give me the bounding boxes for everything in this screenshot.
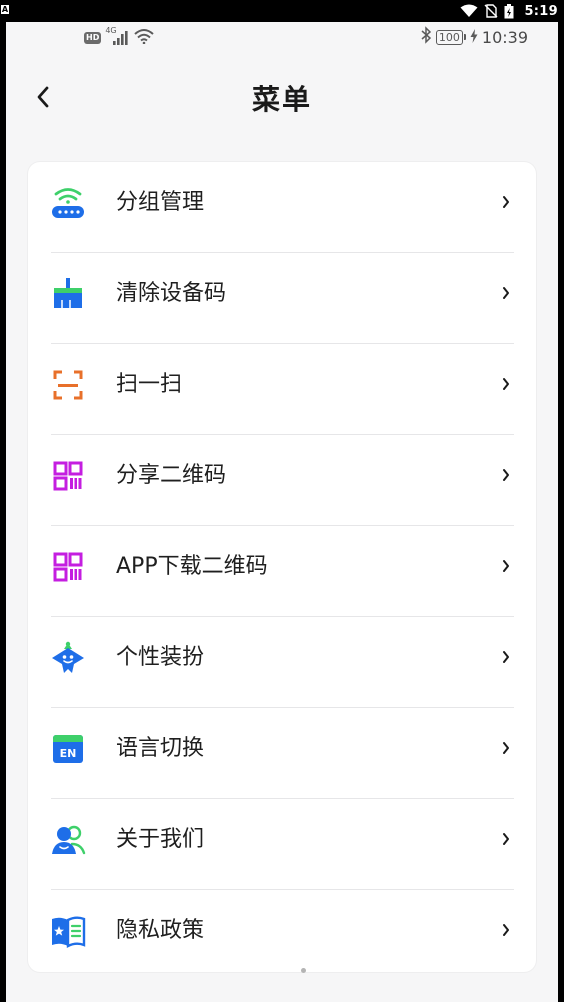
app-screen: HD 4G 100 10:39 菜单 分组管理 清除设备码 扫一扫 分享二维码 … — [6, 22, 558, 1002]
chevron-right-icon — [498, 283, 514, 303]
menu-item-label: APP下载二维码 — [116, 554, 268, 579]
menu-item-clear-device-code[interactable]: 清除设备码 — [28, 253, 536, 344]
battery-indicator: 100 — [435, 29, 466, 45]
qr-code-icon — [50, 549, 86, 585]
menu-item-app-download-qr[interactable]: APP下载二维码 — [28, 526, 536, 617]
battery-level: 100 — [435, 29, 463, 45]
router-wifi-icon — [50, 185, 86, 221]
chevron-right-icon — [498, 374, 514, 394]
menu-item-label: 关于我们 — [116, 827, 205, 852]
signal-icon: 4G — [105, 26, 129, 46]
nav-header: 菜单 — [6, 72, 558, 128]
chevron-right-icon — [498, 647, 514, 667]
chevron-right-icon — [498, 192, 514, 212]
system-status-bar: A 5:19 — [0, 0, 564, 22]
chevron-right-icon — [498, 556, 514, 576]
no-sim-icon — [484, 4, 498, 18]
menu-item-about-us[interactable]: 关于我们 — [28, 799, 536, 890]
wifi-icon — [460, 4, 478, 18]
network-type: 4G — [105, 26, 117, 35]
chevron-right-icon — [498, 738, 514, 758]
wifi-icon — [133, 28, 155, 48]
users-icon — [50, 822, 86, 858]
system-status-icons: 5:19 — [460, 0, 558, 22]
mascot-star-icon — [50, 640, 86, 676]
broom-icon — [50, 276, 86, 312]
menu-item-personalization[interactable]: 个性装扮 — [28, 617, 536, 708]
menu-item-label: 隐私政策 — [116, 918, 205, 943]
menu-item-label: 分享二维码 — [116, 463, 227, 488]
device-status-bar: HD 4G 100 10:39 — [6, 22, 558, 54]
menu-item-group-management[interactable]: 分组管理 — [28, 162, 536, 253]
menu-item-label: 清除设备码 — [116, 281, 227, 306]
page-title: 菜单 — [251, 83, 312, 116]
menu-item-label: 扫一扫 — [116, 372, 183, 397]
device-status-right: 100 10:39 — [420, 26, 528, 48]
menu-item-label: 语言切换 — [116, 736, 205, 761]
device-clock: 10:39 — [481, 27, 528, 47]
chevron-right-icon — [498, 465, 514, 485]
menu-item-share-qr-code[interactable]: 分享二维码 — [28, 435, 536, 526]
chevron-right-icon — [498, 920, 514, 940]
hd-badge: HD — [84, 32, 102, 44]
battery-charging-icon — [504, 3, 514, 19]
network-indicators: HD 4G — [84, 26, 155, 48]
svg-text:EN: EN — [60, 747, 77, 760]
system-clock: 5:19 — [524, 3, 558, 19]
notification-badge: A — [1, 5, 9, 14]
chevron-right-icon — [498, 829, 514, 849]
qr-code-icon — [50, 458, 86, 494]
menu-item-label: 个性装扮 — [116, 645, 205, 670]
scan-frame-icon — [50, 367, 86, 403]
menu-item-label: 分组管理 — [116, 190, 205, 215]
privacy-book-icon — [50, 913, 86, 949]
menu-list: 分组管理 清除设备码 扫一扫 分享二维码 APP下载二维码 个性装扮 EN 语言… — [28, 162, 536, 972]
scroll-indicator — [301, 968, 306, 973]
menu-item-language-switch[interactable]: EN 语言切换 — [28, 708, 536, 799]
menu-item-scan[interactable]: 扫一扫 — [28, 344, 536, 435]
menu-item-privacy-policy[interactable]: 隐私政策 — [28, 890, 536, 981]
bluetooth-icon — [420, 26, 432, 48]
language-en-icon: EN — [50, 731, 86, 767]
charging-bolt-icon — [470, 28, 478, 47]
